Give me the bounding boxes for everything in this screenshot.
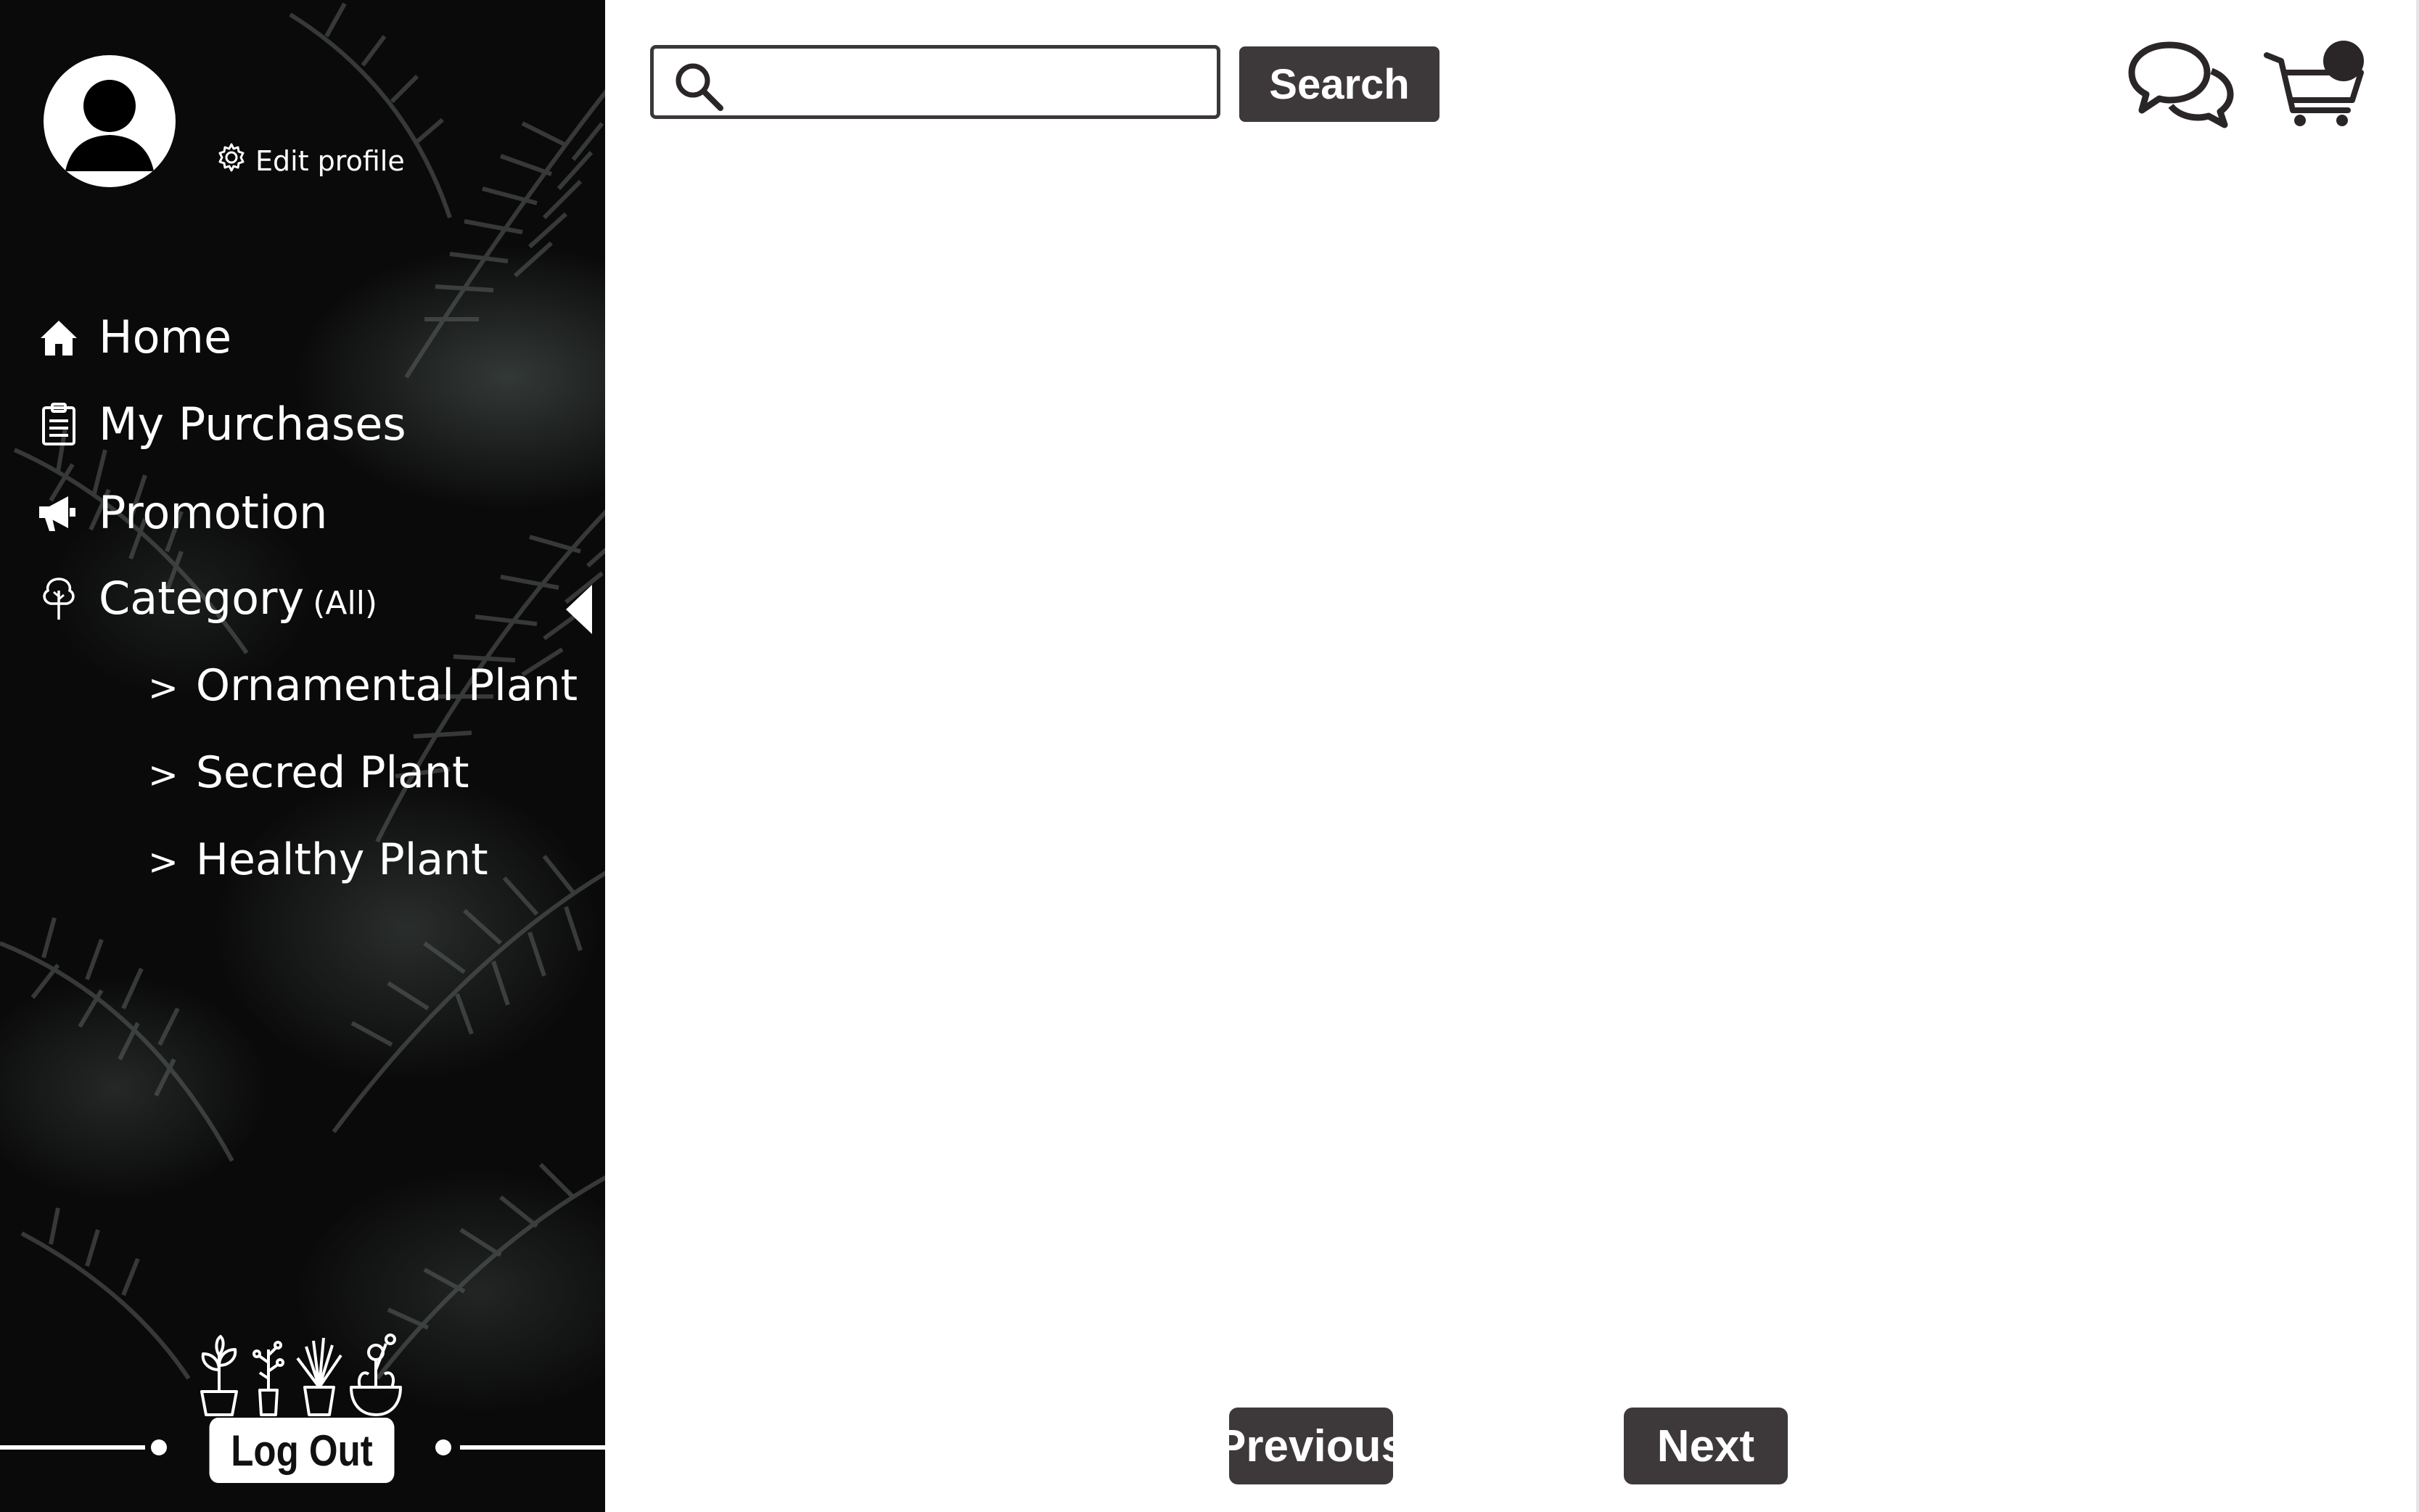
sidebar-item-promotion[interactable]: Promotion: [36, 486, 327, 539]
search-icon: [675, 63, 723, 111]
chevron-right-icon: >: [148, 667, 178, 709]
sidebar-item-my-purchases[interactable]: My Purchases: [36, 398, 406, 451]
sidebar-item-label: Home: [99, 311, 232, 363]
home-icon: [36, 315, 81, 360]
gear-icon: [216, 142, 247, 179]
user-avatar-icon[interactable]: [44, 55, 176, 187]
category-item-label: Healthy Plant: [195, 834, 488, 885]
previous-page-button[interactable]: Previous: [1216, 1408, 1406, 1484]
search-button[interactable]: Search: [1239, 46, 1440, 122]
search-input[interactable]: [739, 54, 1207, 114]
divider-line: [460, 1445, 605, 1450]
category-item-label: Secred Plant: [195, 747, 469, 798]
divider-dot: [151, 1439, 167, 1455]
sidebar-item-label: Promotion: [99, 486, 328, 539]
cart-badge: [2323, 41, 2364, 81]
chevron-right-icon: >: [148, 841, 178, 883]
logout-button[interactable]: Log Out: [209, 1418, 395, 1483]
chevron-right-icon: >: [148, 754, 178, 796]
clipboard-icon: [36, 402, 81, 447]
sidebar-item-category[interactable]: Category (All): [36, 572, 377, 625]
sidebar-item-home[interactable]: Home: [36, 311, 231, 363]
category-item-label: Ornamental Plant: [195, 660, 578, 711]
divider-dot: [435, 1439, 451, 1455]
chat-icon[interactable]: [2126, 38, 2235, 129]
category-item-healthy[interactable]: > Healthy Plant: [148, 834, 488, 885]
sidebar-item-label: Category: [99, 572, 305, 625]
search-box[interactable]: [650, 45, 1220, 119]
potted-plants-icon: [200, 1334, 402, 1416]
sidebar-item-label: My Purchases: [99, 398, 406, 451]
category-filter-label: (All): [313, 585, 378, 622]
category-item-ornamental[interactable]: > Ornamental Plant: [148, 660, 578, 711]
tree-icon: [36, 576, 81, 621]
divider-line: [0, 1445, 145, 1450]
sidebar: Edit profile Home My Purchases Promotion…: [0, 0, 605, 1512]
category-item-secred[interactable]: > Secred Plant: [148, 747, 469, 798]
edit-profile-link[interactable]: Edit profile: [216, 142, 405, 179]
collapse-arrow-icon[interactable]: [566, 585, 592, 634]
edit-profile-label: Edit profile: [255, 144, 405, 177]
next-page-button[interactable]: Next: [1624, 1408, 1788, 1484]
megaphone-icon: [36, 490, 81, 535]
window-edge: [2416, 0, 2419, 1512]
